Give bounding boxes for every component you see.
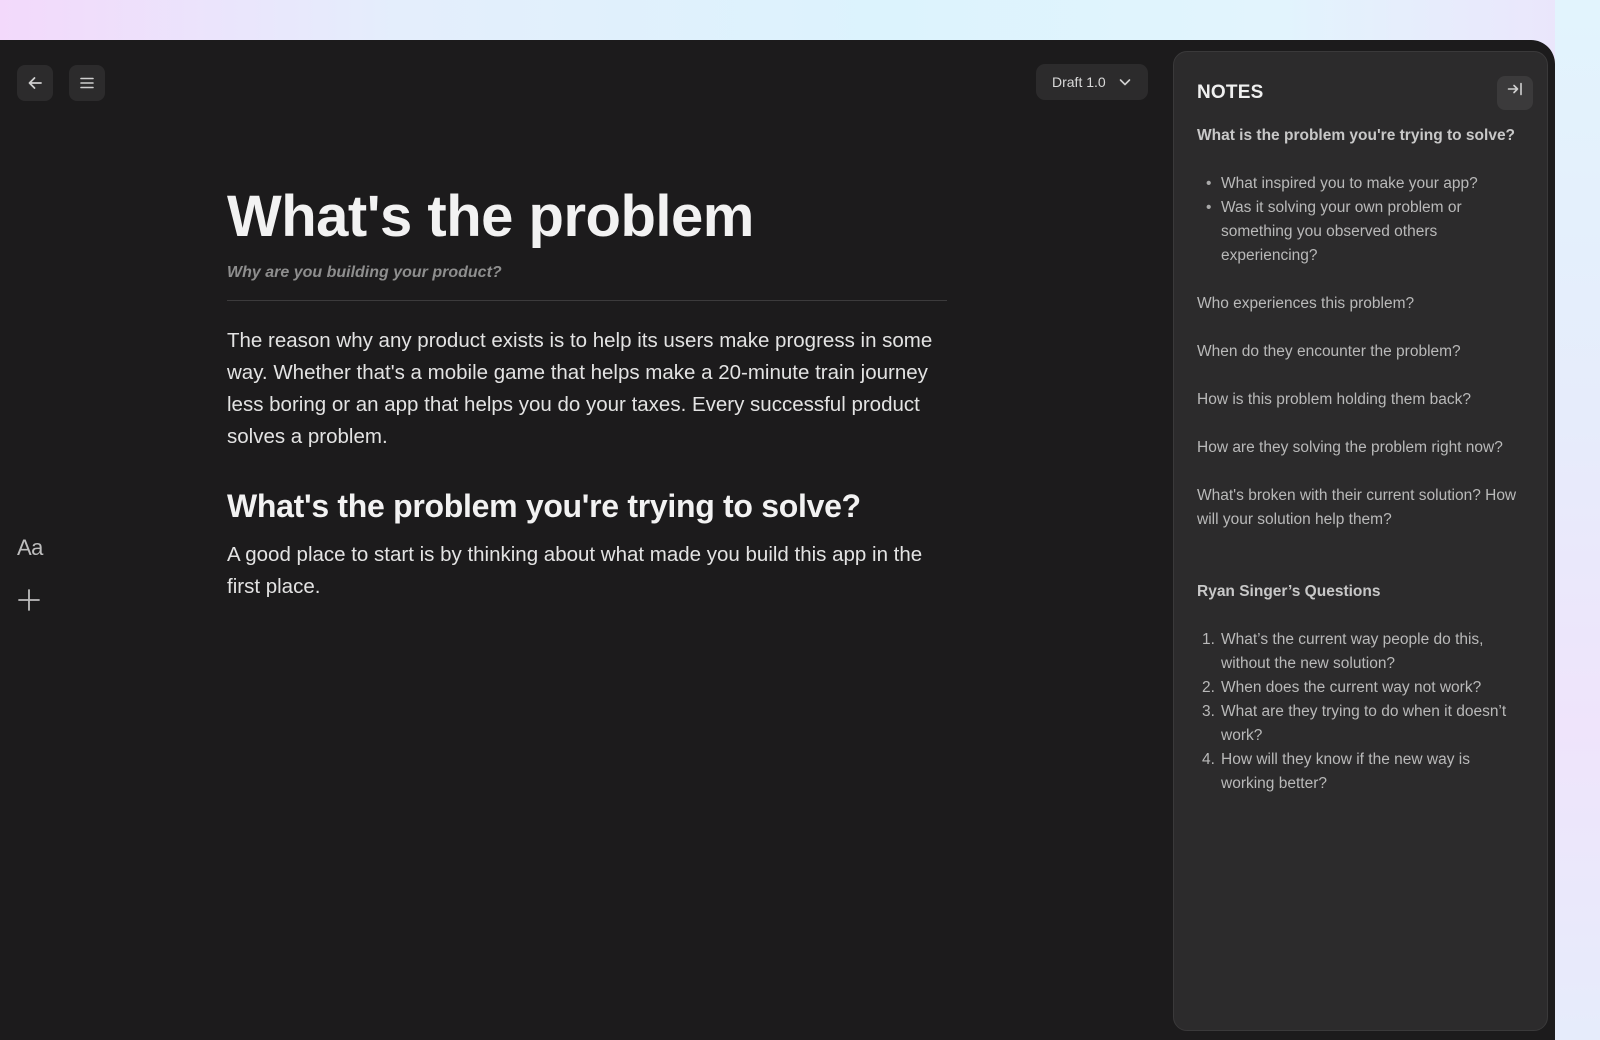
editor-window: Draft 1.0 Aa What's the problem Why are …	[0, 40, 1555, 1040]
list-item: What’s the current way people do this, w…	[1202, 628, 1484, 672]
chevron-down-icon	[1118, 75, 1132, 89]
notes-panel: NOTES What is the problem you're trying …	[1173, 51, 1548, 1031]
notes-question: How are they solving the problem right n…	[1197, 439, 1503, 456]
notes-title: NOTES	[1197, 82, 1264, 103]
notes-heading: What is the problem you're trying to sol…	[1197, 127, 1516, 144]
desktop-background	[1555, 0, 1600, 1040]
notes-heading: Ryan Singer’s Questions	[1197, 583, 1381, 600]
notes-question: Who experiences this problem?	[1197, 295, 1415, 312]
back-button[interactable]	[17, 65, 53, 101]
document-editor[interactable]: What's the problem Why are you building …	[227, 184, 947, 603]
notes-question: When do they encounter the problem?	[1197, 343, 1461, 360]
draft-version-select[interactable]: Draft 1.0	[1036, 64, 1148, 100]
hamburger-menu-icon	[79, 76, 95, 90]
section-heading[interactable]: What's the problem you're trying to solv…	[227, 487, 947, 525]
title-divider	[227, 299, 947, 301]
notes-header: NOTES	[1197, 76, 1533, 110]
notes-numbered-list: What’s the current way people do this, w…	[1197, 628, 1525, 796]
list-item: How will they know if the new way is wor…	[1202, 748, 1470, 792]
add-block-button[interactable]	[17, 588, 41, 612]
notes-bullet-list: What inspired you to make your app? Was …	[1197, 172, 1525, 268]
intro-paragraph[interactable]: The reason why any product exists is to …	[227, 325, 947, 453]
menu-button[interactable]	[69, 65, 105, 101]
arrow-left-icon	[26, 74, 44, 92]
list-item: Was it solving your own problem or somet…	[1206, 196, 1525, 268]
list-item: What are they trying to do when it doesn…	[1202, 700, 1507, 744]
notes-question: What's broken with their current solutio…	[1197, 487, 1517, 528]
notes-question: How is this problem holding them back?	[1197, 391, 1471, 408]
list-item: What inspired you to make your app?	[1206, 172, 1525, 196]
page-subtitle[interactable]: Why are you building your product?	[227, 264, 947, 282]
font-style-button[interactable]: Aa	[17, 535, 43, 561]
collapse-notes-button[interactable]	[1497, 76, 1533, 110]
page-title[interactable]: What's the problem	[227, 184, 947, 250]
collapse-right-icon	[1506, 80, 1524, 106]
plus-icon	[17, 589, 41, 616]
section-paragraph[interactable]: A good place to start is by thinking abo…	[227, 539, 947, 603]
list-item: When does the current way not work?	[1202, 676, 1482, 700]
draft-version-label: Draft 1.0	[1052, 74, 1106, 90]
